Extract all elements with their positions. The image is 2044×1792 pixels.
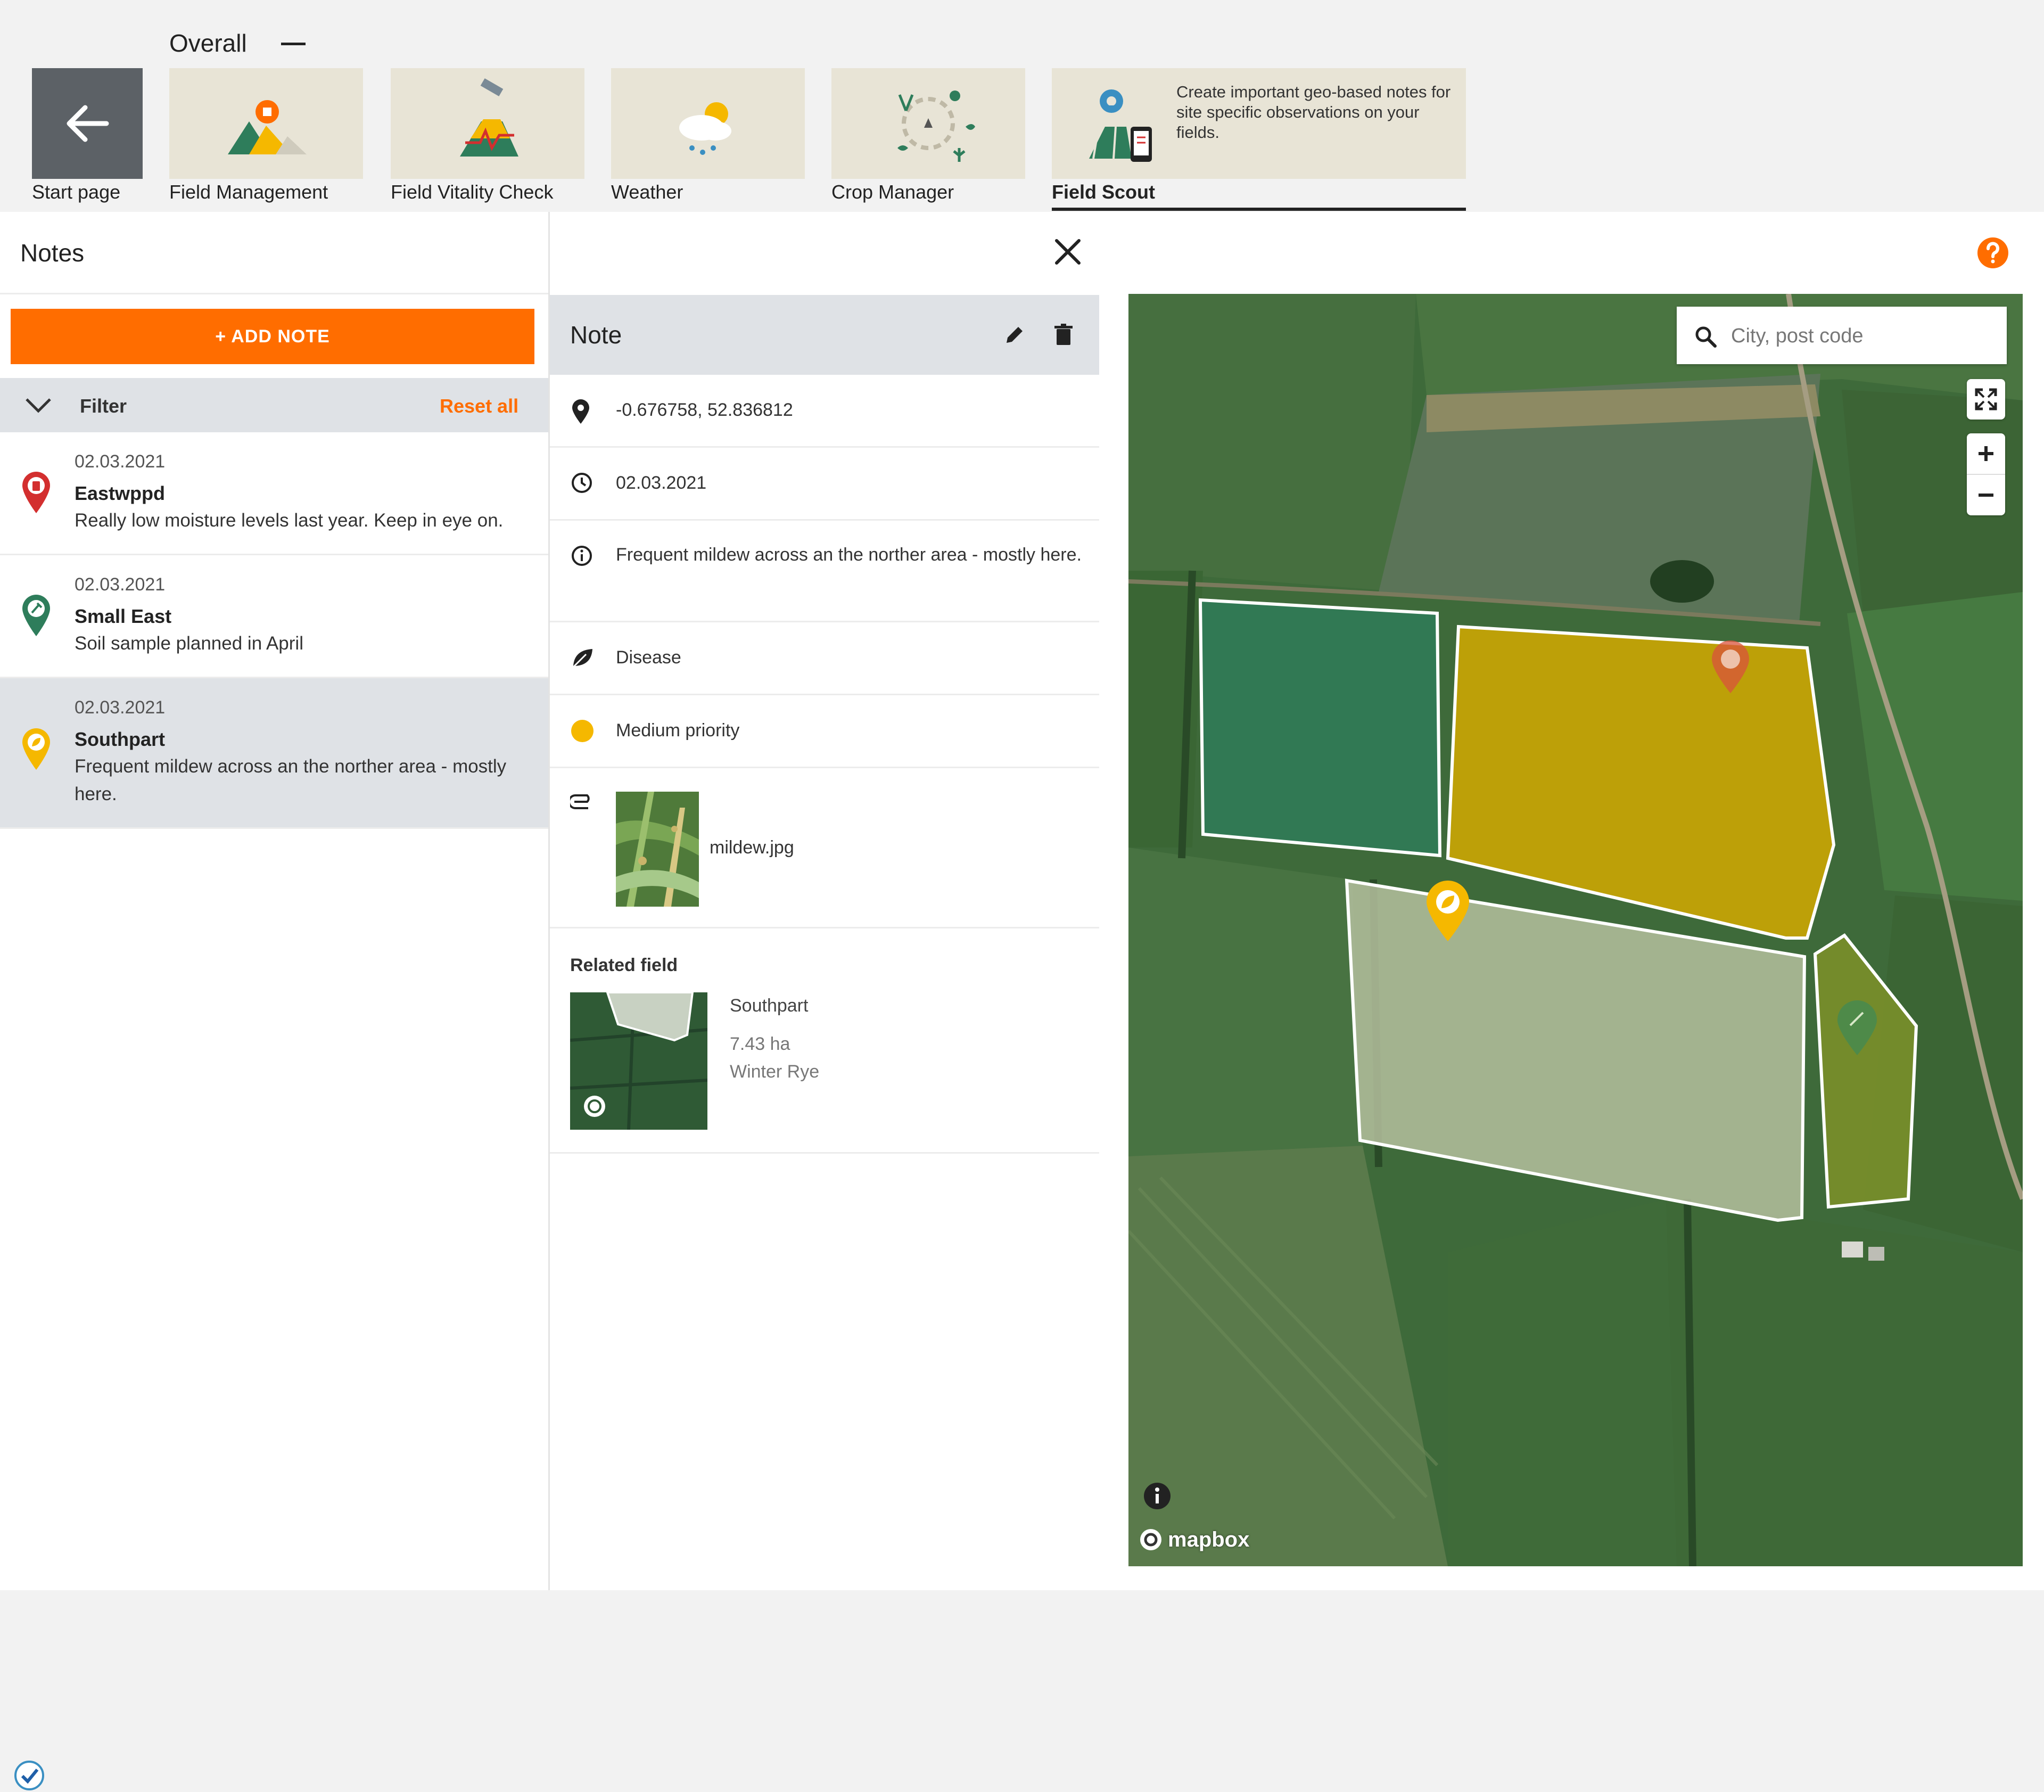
field-vitality-check-tile[interactable] — [391, 68, 584, 179]
crop-manager-icon — [897, 91, 975, 162]
note-name: Southpart — [75, 728, 165, 750]
weather-icon — [679, 102, 731, 155]
note-name: Small East — [75, 605, 172, 627]
note-pin-yellow-icon — [22, 728, 50, 770]
paperclip-icon — [570, 794, 590, 809]
note-date: 02.03.2021 — [75, 574, 166, 595]
note-date: 02.03.2021 — [75, 697, 166, 718]
priority-dot-icon — [571, 720, 594, 742]
start-page-label: Start page — [32, 181, 121, 203]
notes-title: Notes — [20, 239, 85, 267]
module-bar: Overall Start page Field Management Fiel… — [0, 0, 2044, 212]
note-name: Eastwppd — [75, 482, 166, 504]
satellite-map[interactable]: mapbox — [1128, 294, 2023, 1566]
mildew-photo-thumbnail[interactable] — [616, 792, 699, 907]
priority-row: Medium priority — [550, 695, 1099, 768]
related-field-name: Southpart — [730, 996, 809, 1016]
crop-manager-label: Crop Manager — [831, 181, 954, 203]
priority-value: Medium priority — [616, 720, 740, 741]
chevron-down-icon[interactable] — [23, 394, 53, 415]
weather-label: Weather — [611, 181, 683, 203]
verified-check-icon[interactable] — [13, 1759, 46, 1792]
attachment-row: mildew.jpg — [550, 768, 1099, 928]
clock-icon — [572, 473, 592, 493]
related-field-title: Related field — [570, 955, 678, 975]
divider — [0, 293, 548, 294]
map-panel: mapbox — [1099, 212, 2044, 1590]
date-row: 02.03.2021 — [550, 448, 1099, 521]
overall-label: Overall — [169, 29, 247, 57]
map-info-icon[interactable] — [1142, 1481, 1172, 1511]
arrow-left-icon — [67, 105, 109, 142]
add-note-button[interactable]: + ADD NOTE — [11, 309, 534, 364]
coordinates-row: -0.676758, 52.836812 — [550, 375, 1099, 448]
info-icon — [572, 546, 592, 566]
note-text: Soil sample planned in April — [75, 633, 303, 654]
map-search-input[interactable] — [1730, 319, 1998, 352]
field-vitality-check-label: Field Vitality Check — [391, 181, 554, 203]
related-field-thumbnail[interactable] — [570, 992, 707, 1130]
field-management-label: Field Management — [169, 181, 328, 203]
mapbox-attribution: mapbox — [1168, 1527, 1250, 1551]
note-pin-red-icon — [22, 472, 50, 513]
start-page-button[interactable] — [32, 68, 143, 179]
note-pin-green-icon — [22, 595, 50, 636]
zoom-in-button[interactable] — [1967, 433, 2005, 475]
filter-bar[interactable]: Filter Reset all — [0, 378, 548, 432]
note-header: Note — [550, 295, 1099, 375]
note-list-item-selected[interactable]: 02.03.2021 Southpart Frequent mildew acr… — [0, 678, 548, 829]
related-field-crop: Winter Rye — [730, 1062, 820, 1082]
note-text: Frequent mildew across an the norther ar… — [75, 756, 507, 804]
zoom-control[interactable] — [1967, 433, 2005, 515]
plus-icon — [1979, 446, 1993, 461]
reset-all-link[interactable]: Reset all — [440, 395, 518, 417]
note-date: 02.03.2021 — [75, 451, 166, 472]
field-scout-label: Field Scout — [1052, 181, 1156, 203]
active-tab-indicator — [1052, 208, 1466, 211]
coordinates-value: -0.676758, 52.836812 — [616, 400, 793, 420]
description-row: Frequent mildew across an the norther ar… — [550, 521, 1099, 622]
note-list-item[interactable]: 02.03.2021 Eastwppd Really low moisture … — [0, 432, 548, 555]
filter-label: Filter — [80, 395, 127, 417]
description-value: Frequent mildew across an the norther ar… — [616, 545, 1082, 565]
field-management-icon — [228, 100, 307, 154]
close-icon[interactable] — [1048, 232, 1087, 272]
note-list-item[interactable]: 02.03.2021 Small East Soil sample planne… — [0, 555, 548, 678]
note-title: Note — [570, 321, 622, 349]
collapse-dash-icon[interactable] — [281, 43, 306, 45]
fullscreen-control[interactable] — [1967, 379, 2005, 420]
divider — [550, 1152, 1099, 1154]
field-scout-icon — [1089, 89, 1152, 162]
leaf-icon — [572, 649, 592, 668]
field-vitality-icon — [460, 78, 518, 157]
map-search-box[interactable] — [1677, 307, 2007, 364]
map-canvas[interactable] — [1128, 294, 2023, 1566]
crop-manager-tile[interactable] — [831, 68, 1025, 179]
minus-icon — [1979, 494, 1993, 497]
field-management-tile[interactable] — [169, 68, 363, 179]
mapbox-logo-icon — [1140, 1529, 1161, 1550]
related-field-area: 7.43 ha — [730, 1034, 790, 1054]
weather-tile[interactable] — [611, 68, 805, 179]
trash-icon[interactable] — [1051, 323, 1076, 347]
field-scout-description: Create important geo-based notes for sit… — [1176, 83, 1451, 142]
attachment-filename[interactable]: mildew.jpg — [710, 837, 794, 858]
search-icon — [1695, 326, 1717, 348]
location-pin-icon — [572, 399, 589, 424]
pencil-icon[interactable] — [1002, 323, 1027, 347]
fullscreen-icon — [1975, 388, 1997, 410]
date-value: 02.03.2021 — [616, 473, 707, 493]
note-detail-panel: Note -0.676758, 52.836812 02.03.2021 Fre… — [550, 212, 1099, 1590]
mapbox-logo[interactable]: mapbox — [1138, 1527, 1249, 1552]
note-text: Really low moisture levels last year. Ke… — [75, 510, 504, 531]
category-row: Disease — [550, 622, 1099, 695]
zoom-out-button[interactable] — [1967, 475, 2005, 515]
notes-panel: Notes + ADD NOTE Filter Reset all 02.03.… — [0, 212, 550, 1790]
category-value: Disease — [616, 647, 681, 668]
fullscreen-button[interactable] — [1967, 379, 2005, 420]
help-icon[interactable] — [1976, 236, 2009, 269]
